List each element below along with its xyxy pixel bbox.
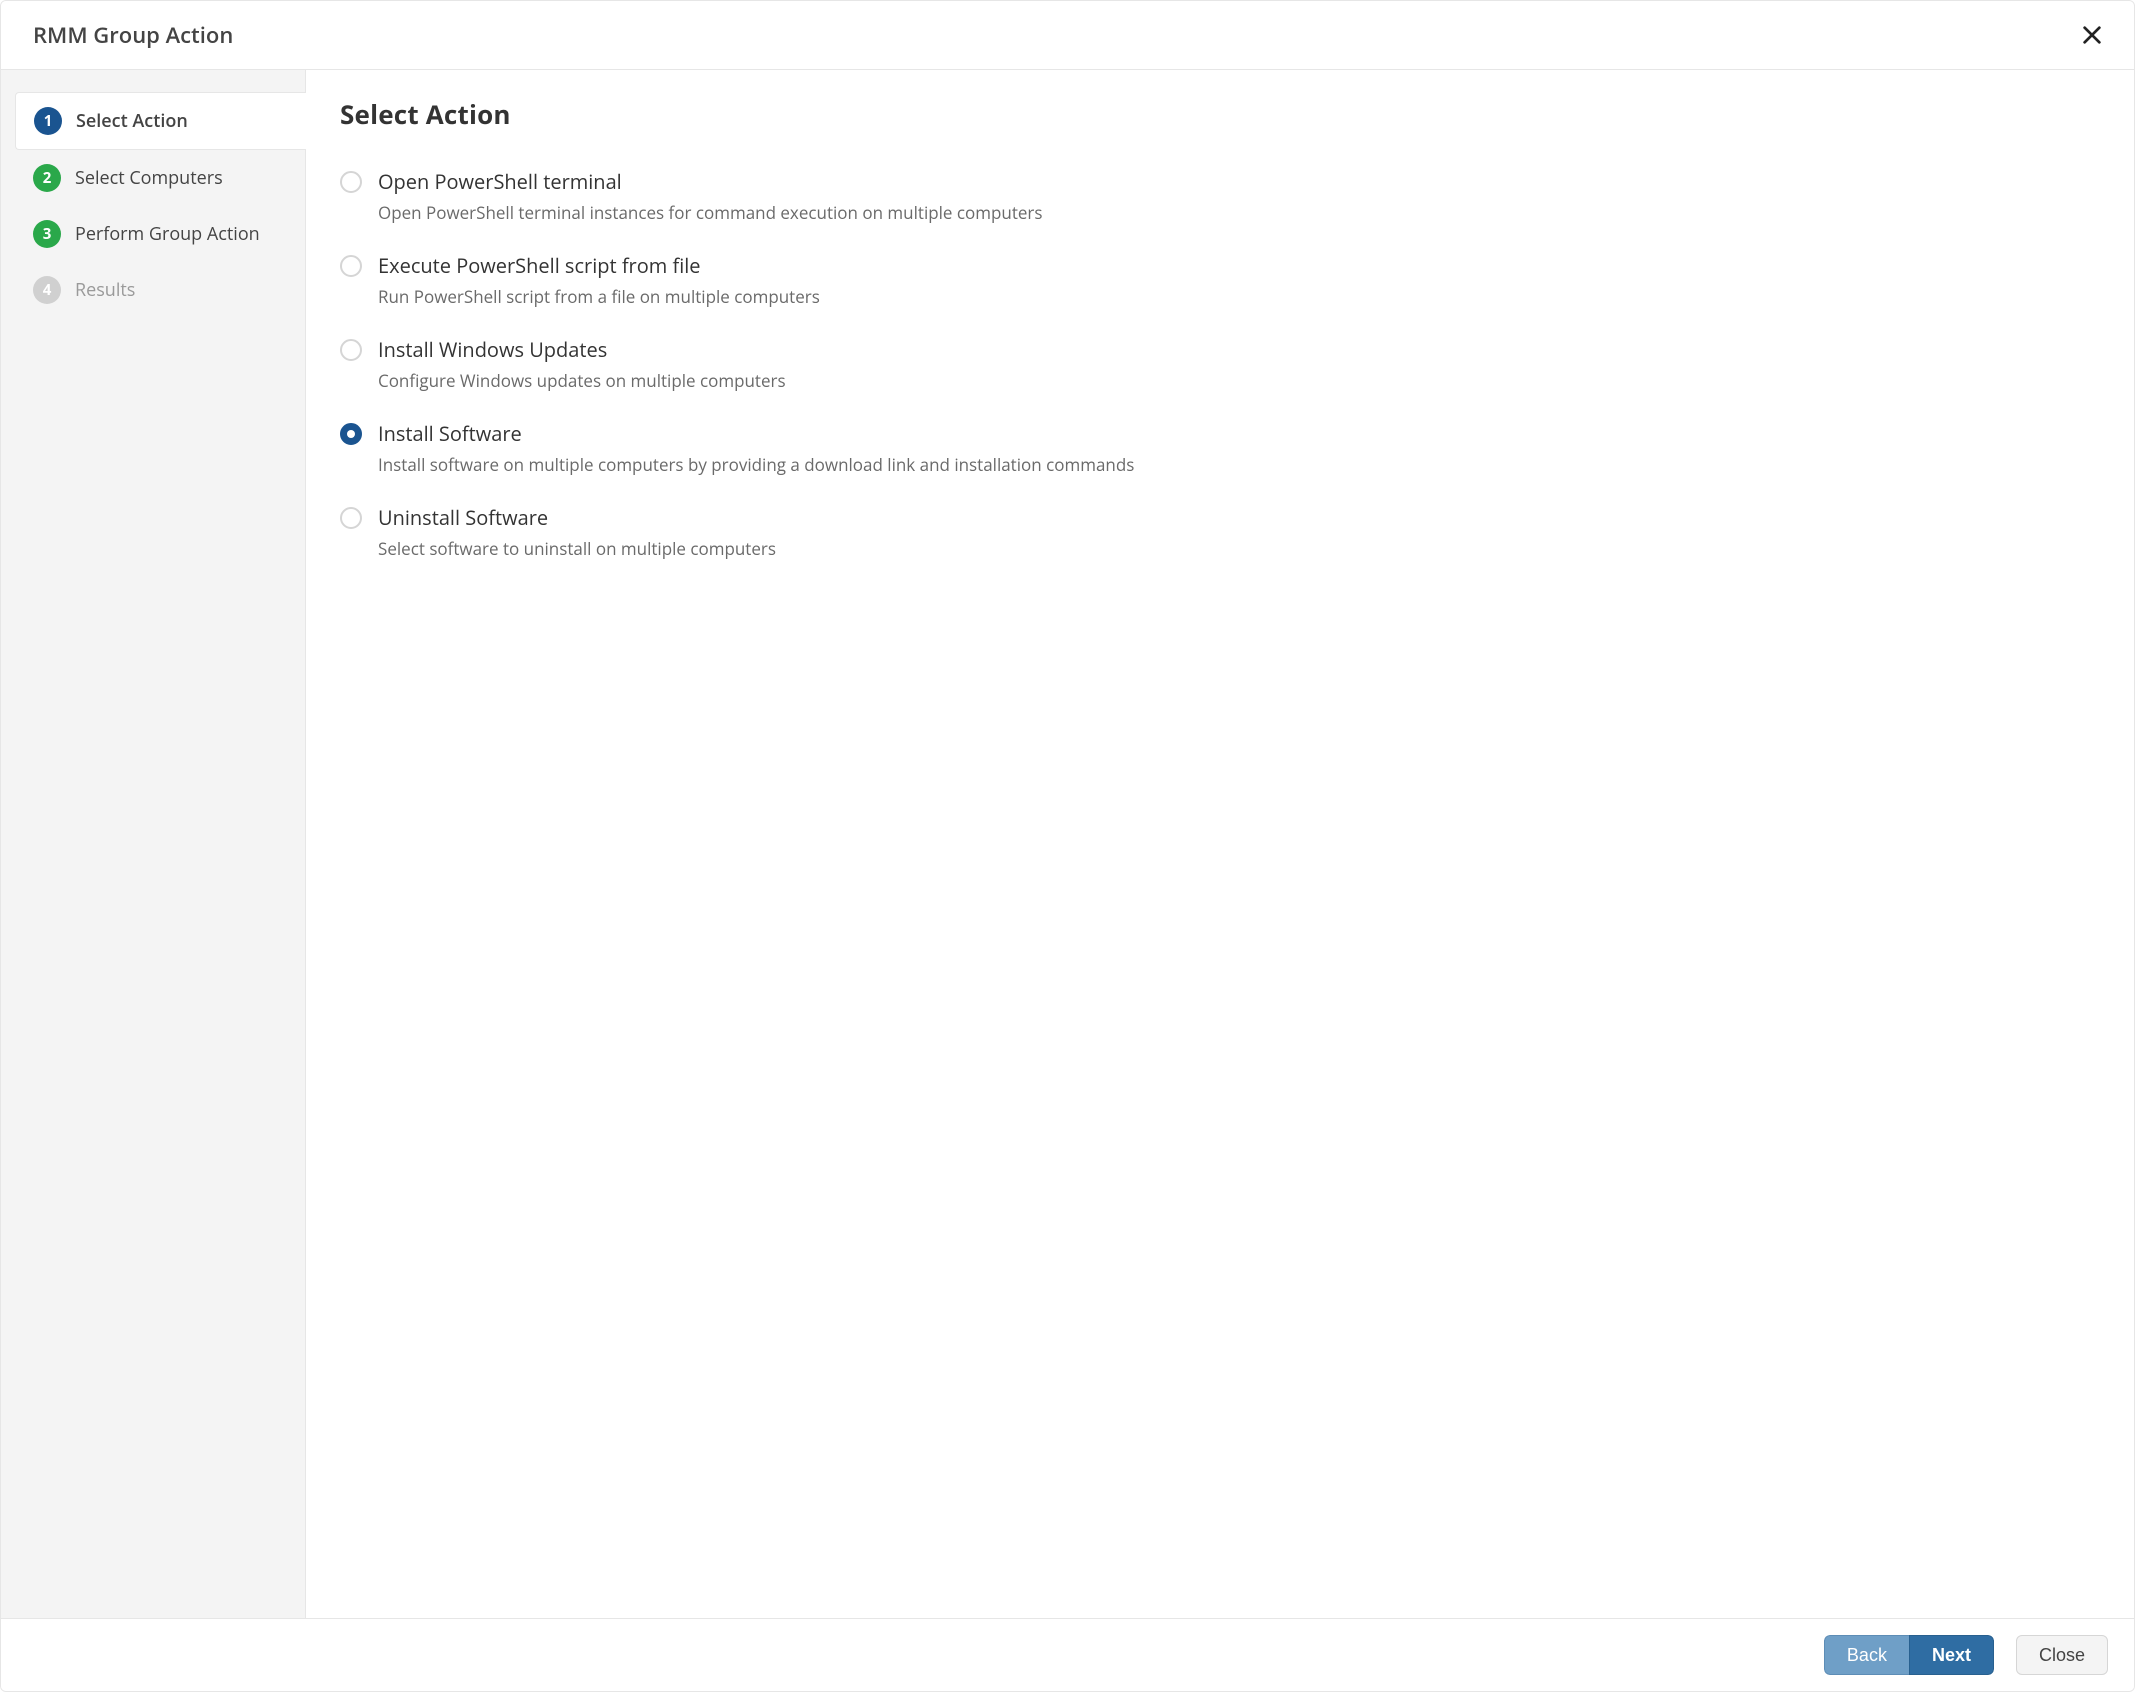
modal-header: RMM Group Action [1, 1, 2134, 70]
content-panel: Select Action Open PowerShell terminal O… [306, 70, 2134, 1618]
option-title: Install Software [378, 420, 1134, 447]
option-texts: Install Software Install software on mul… [378, 420, 1134, 476]
next-button[interactable]: Next [1909, 1635, 1994, 1675]
step-number-badge: 3 [33, 220, 61, 248]
rmm-group-action-modal: RMM Group Action 1 Select Action 2 Selec… [0, 0, 2135, 1692]
modal-footer: Back Next Close [1, 1618, 2134, 1691]
step-select-computers[interactable]: 2 Select Computers [1, 150, 305, 206]
option-desc: Configure Windows updates on multiple co… [378, 369, 786, 392]
option-texts: Open PowerShell terminal Open PowerShell… [378, 168, 1043, 224]
radio-icon[interactable] [340, 339, 362, 361]
back-next-group: Back Next [1824, 1635, 1994, 1675]
radio-icon[interactable] [340, 171, 362, 193]
option-texts: Uninstall Software Select software to un… [378, 504, 776, 560]
step-label: Select Action [76, 109, 188, 133]
close-button[interactable]: Close [2016, 1635, 2108, 1675]
back-button[interactable]: Back [1824, 1635, 1909, 1675]
option-install-updates[interactable]: Install Windows Updates Configure Window… [340, 322, 2094, 406]
radio-icon[interactable] [340, 255, 362, 277]
option-title: Uninstall Software [378, 504, 776, 531]
step-label: Results [75, 278, 135, 302]
option-desc: Open PowerShell terminal instances for c… [378, 201, 1043, 224]
modal-body: 1 Select Action 2 Select Computers 3 Per… [1, 70, 2134, 1618]
step-number-badge: 1 [34, 107, 62, 135]
close-icon[interactable] [2076, 19, 2108, 51]
step-results: 4 Results [1, 262, 305, 318]
option-desc: Run PowerShell script from a file on mul… [378, 285, 820, 308]
step-select-action[interactable]: 1 Select Action [15, 92, 306, 150]
option-title: Install Windows Updates [378, 336, 786, 363]
modal-title: RMM Group Action [33, 20, 233, 50]
step-number-badge: 4 [33, 276, 61, 304]
option-exec-ps-file[interactable]: Execute PowerShell script from file Run … [340, 238, 2094, 322]
option-texts: Install Windows Updates Configure Window… [378, 336, 786, 392]
wizard-steps: 1 Select Action 2 Select Computers 3 Per… [1, 70, 306, 1618]
option-open-powershell[interactable]: Open PowerShell terminal Open PowerShell… [340, 154, 2094, 238]
option-install-software[interactable]: Install Software Install software on mul… [340, 406, 2094, 490]
step-perform-group-action[interactable]: 3 Perform Group Action [1, 206, 305, 262]
step-label: Perform Group Action [75, 222, 260, 246]
step-number-badge: 2 [33, 164, 61, 192]
option-title: Execute PowerShell script from file [378, 252, 820, 279]
radio-icon[interactable] [340, 507, 362, 529]
content-heading: Select Action [340, 96, 2094, 132]
option-uninstall-software[interactable]: Uninstall Software Select software to un… [340, 490, 2094, 574]
option-desc: Install software on multiple computers b… [378, 453, 1134, 476]
option-desc: Select software to uninstall on multiple… [378, 537, 776, 560]
option-title: Open PowerShell terminal [378, 168, 1043, 195]
radio-icon[interactable] [340, 423, 362, 445]
option-texts: Execute PowerShell script from file Run … [378, 252, 820, 308]
step-label: Select Computers [75, 166, 223, 190]
